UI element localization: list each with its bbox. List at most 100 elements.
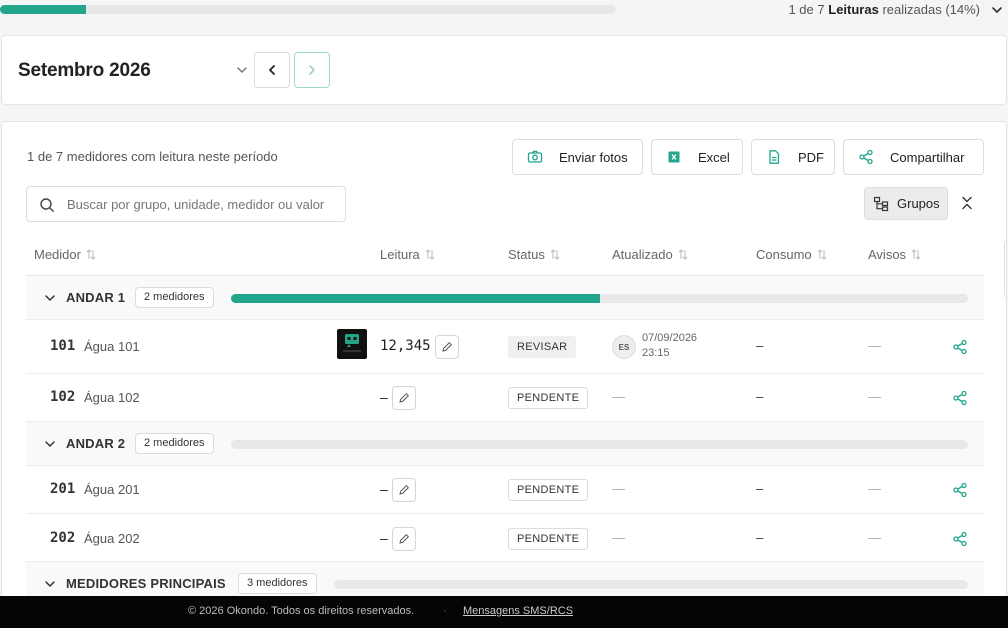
share-button[interactable]: Compartilhar <box>843 139 984 175</box>
chevron-down-icon[interactable] <box>235 63 249 77</box>
pdf-button[interactable]: PDF <box>751 139 835 175</box>
edit-reading-button[interactable] <box>392 527 416 551</box>
column-medidor[interactable]: Medidor <box>34 247 96 262</box>
reading-value: – <box>380 530 388 546</box>
warnings-value: — <box>868 389 881 404</box>
readings-summary: 1 de 7 Leituras realizadas (14%) <box>788 2 980 17</box>
period-title[interactable]: Setembro 2026 <box>18 60 151 82</box>
table-row[interactable]: 201 Água 201 – PENDENTE — – — <box>26 466 984 514</box>
group-progress-track <box>334 580 968 589</box>
readings-progress: 1 de 7 Leituras realizadas (14%) <box>0 0 1008 22</box>
summary-bold: Leituras <box>828 2 879 17</box>
status-badge: PENDENTE <box>508 479 589 501</box>
hierarchy-icon <box>873 196 889 211</box>
updated-at: — <box>612 389 625 404</box>
share-icon[interactable] <box>952 482 968 498</box>
edit-reading-button[interactable] <box>392 386 416 410</box>
column-avisos[interactable]: Avisos <box>868 247 921 262</box>
excel-icon <box>668 151 680 163</box>
table-header: Medidor Leitura Status Atualizado Consum… <box>26 234 984 276</box>
pencil-icon <box>399 484 410 495</box>
summary-prefix: 1 de 7 <box>788 2 825 17</box>
group-count-badge: 2 medidores <box>135 433 214 454</box>
pencil-icon <box>399 392 410 403</box>
avatar: ES <box>612 335 636 359</box>
meters-count-text: 1 de 7 medidores com leitura neste perío… <box>27 149 278 164</box>
group-row-andar-1[interactable]: ANDAR 1 2 medidores <box>26 276 984 320</box>
footer: © 2026 Okondo. Todos os direitos reserva… <box>0 596 1008 628</box>
camera-icon <box>527 150 543 163</box>
share-icon <box>859 149 873 165</box>
reading-photo-thumbnail[interactable] <box>337 329 367 359</box>
next-period-button[interactable] <box>294 52 330 88</box>
chevron-down-icon[interactable] <box>44 578 56 590</box>
chevron-left-icon <box>269 65 275 75</box>
updated-at: — <box>612 530 625 545</box>
column-consumo[interactable]: Consumo <box>756 247 827 262</box>
send-photos-button[interactable]: Enviar fotos <box>512 139 643 175</box>
status-badge: REVISAR <box>508 336 577 358</box>
group-progress-track <box>231 440 968 449</box>
updated-time: 23:15 <box>642 347 670 359</box>
warnings-value: — <box>868 530 881 545</box>
search-box <box>26 186 346 222</box>
send-photos-label: Enviar fotos <box>559 149 628 165</box>
column-atualizado[interactable]: Atualizado <box>612 247 688 262</box>
search-input[interactable] <box>67 187 335 221</box>
table-row[interactable]: 202 Água 202 – PENDENTE — – — <box>26 514 984 562</box>
readings-progress-fill <box>0 5 87 14</box>
period-card: Setembro 2026 <box>1 35 1007 105</box>
sort-icon <box>86 249 96 260</box>
edit-reading-button[interactable] <box>392 478 416 502</box>
group-progress-track <box>231 294 968 303</box>
pencil-icon <box>442 341 453 352</box>
readings-progress-track <box>0 5 616 14</box>
consumption-value: – <box>756 389 764 404</box>
chevron-down-icon[interactable] <box>990 3 1004 17</box>
meter-name: Água 202 <box>84 531 140 546</box>
edit-reading-button[interactable] <box>435 335 459 359</box>
column-label: Atualizado <box>612 247 673 262</box>
table-row[interactable]: 101 Água 101 12,345 REVISAR ES 07/09/202… <box>26 320 984 374</box>
excel-button[interactable]: Excel <box>651 139 743 175</box>
sort-icon <box>817 249 826 260</box>
reading-value: – <box>380 481 388 497</box>
meter-name: Água 101 <box>84 339 140 354</box>
group-progress-fill <box>231 294 600 303</box>
updated-at: 07/09/2026 23:15 <box>642 331 697 361</box>
excel-label: Excel <box>698 149 730 165</box>
updated-at: — <box>612 481 625 496</box>
group-count-badge: 2 medidores <box>135 287 214 308</box>
footer-copyright: © 2026 Okondo. Todos os direitos reserva… <box>188 605 415 617</box>
share-icon[interactable] <box>952 339 968 355</box>
share-icon[interactable] <box>952 531 968 547</box>
sort-icon <box>911 249 921 260</box>
pencil-icon <box>399 533 410 544</box>
meter-name: Água 102 <box>84 390 140 405</box>
chevron-down-icon[interactable] <box>44 292 56 304</box>
meter-name: Água 201 <box>84 482 140 497</box>
column-status[interactable]: Status <box>508 247 560 262</box>
column-label: Leitura <box>380 247 420 262</box>
collapse-all-icon[interactable] <box>960 196 974 210</box>
sort-icon <box>550 249 560 260</box>
side-panel-handle[interactable] <box>1004 240 1006 298</box>
column-label: Consumo <box>756 247 812 262</box>
previous-period-button[interactable] <box>254 52 290 88</box>
meter-code: 101 <box>50 338 76 354</box>
groups-toggle-button[interactable]: Grupos <box>864 187 948 220</box>
group-count-badge: 3 medidores <box>238 573 317 594</box>
chevron-down-icon[interactable] <box>44 438 56 450</box>
column-leitura[interactable]: Leitura <box>380 247 435 262</box>
summary-suffix: realizadas (14%) <box>882 2 980 17</box>
group-name: ANDAR 2 <box>66 436 126 451</box>
footer-sms-link[interactable]: Mensagens SMS/RCS <box>463 605 573 617</box>
meter-code: 202 <box>50 530 76 546</box>
status-badge: PENDENTE <box>508 528 589 550</box>
sort-icon <box>425 249 435 260</box>
share-icon[interactable] <box>952 390 968 406</box>
group-name: MEDIDORES PRINCIPAIS <box>66 576 226 591</box>
group-row-andar-2[interactable]: ANDAR 2 2 medidores <box>26 422 984 466</box>
column-label: Medidor <box>34 247 81 262</box>
table-row[interactable]: 102 Água 102 – PENDENTE — – — <box>26 374 984 422</box>
